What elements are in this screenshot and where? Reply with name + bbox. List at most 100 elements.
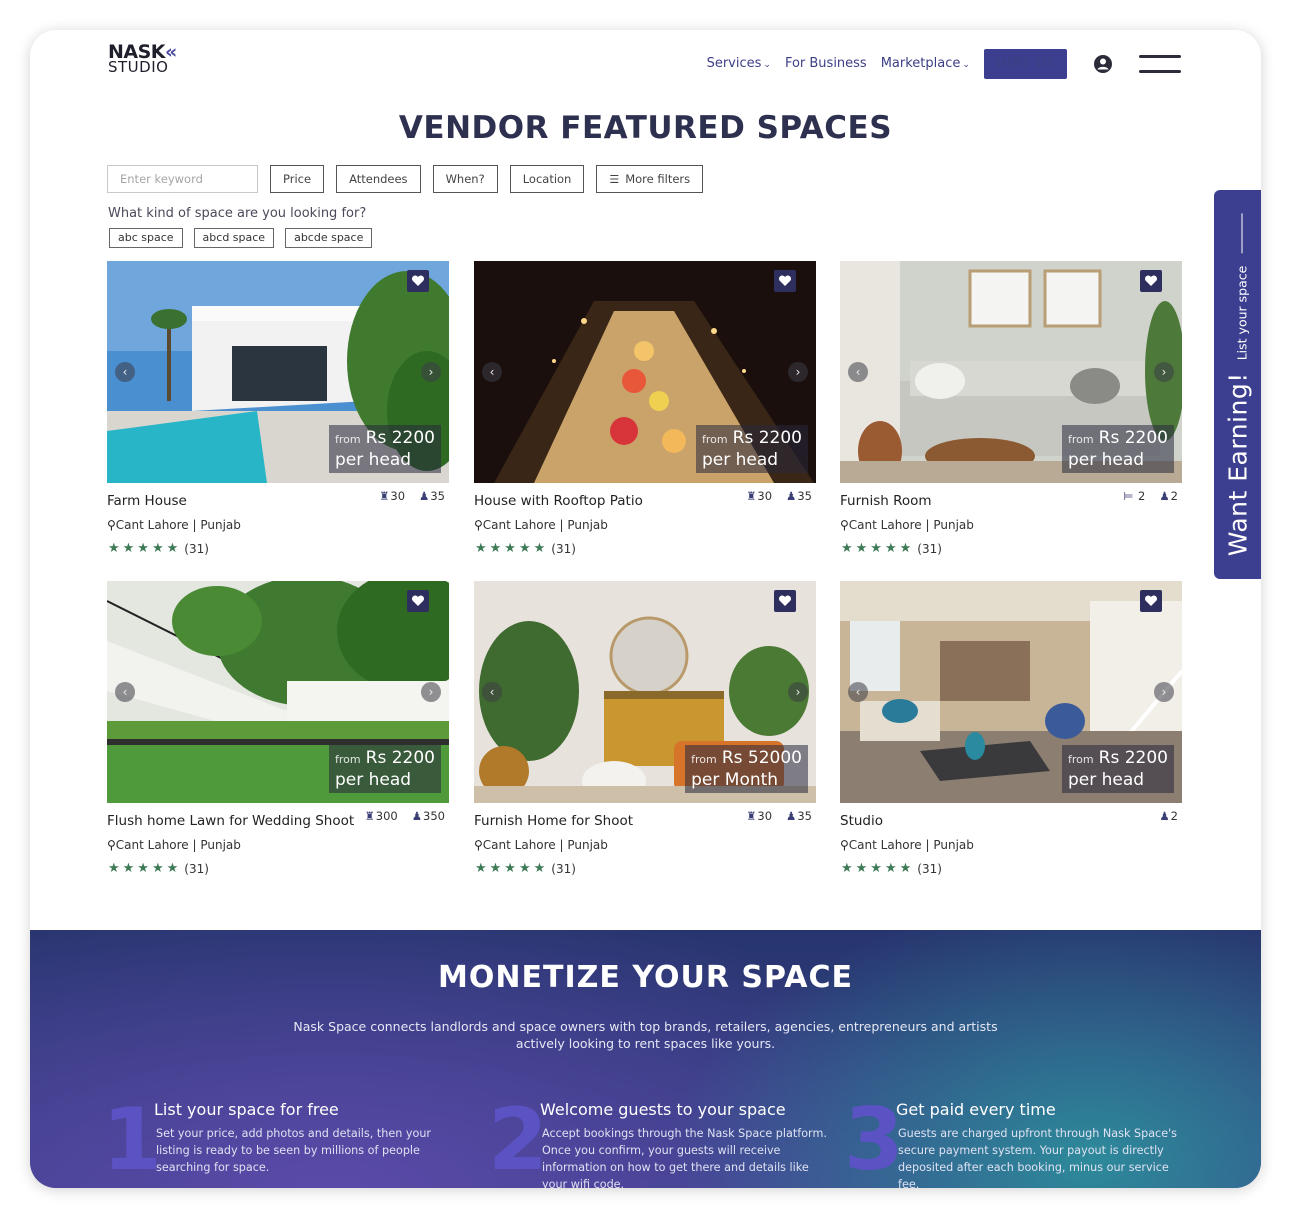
- favorite-button[interactable]: [774, 590, 796, 612]
- hamburger-menu-icon[interactable]: [1139, 54, 1181, 73]
- space-card[interactable]: ‹ › from Rs 2200 per head Farm House ♜30 …: [107, 261, 449, 563]
- space-rating: ★★★★★ (31): [475, 541, 576, 556]
- star-rating-icon: ★★★★★: [108, 861, 182, 876]
- space-name[interactable]: House with Rooftop Patio: [474, 493, 643, 509]
- map-pin-icon: ⚲: [474, 518, 483, 532]
- heart-icon: [778, 275, 792, 286]
- price-tag: from Rs 2200 per head: [1061, 745, 1174, 793]
- when-filter-button[interactable]: When?: [432, 165, 498, 193]
- step-number: 1: [102, 1090, 162, 1188]
- step-description: Set your price, add photos and details, …: [156, 1127, 432, 1174]
- map-pin-icon: ⚲: [474, 838, 483, 852]
- favorite-button[interactable]: [1140, 590, 1162, 612]
- space-image[interactable]: ‹ › from Rs 2200 per head: [474, 261, 816, 483]
- filter-bar: Price Attendees When? Location ☰More fil…: [107, 165, 704, 193]
- next-image-arrow-icon[interactable]: ›: [788, 362, 808, 382]
- prev-image-arrow-icon[interactable]: ‹: [848, 682, 868, 702]
- person-icon: ♟: [419, 489, 430, 503]
- space-name[interactable]: Furnish Room: [840, 493, 932, 509]
- space-image[interactable]: ‹ › from Rs 2200 per head: [107, 581, 449, 803]
- space-rating: ★★★★★ (31): [841, 861, 942, 876]
- next-image-arrow-icon[interactable]: ›: [788, 682, 808, 702]
- nav-marketplace[interactable]: Marketplace ⌄: [881, 56, 970, 71]
- next-image-arrow-icon[interactable]: ›: [1154, 682, 1174, 702]
- capacity-stats: ♟2: [1159, 809, 1178, 823]
- monetize-section: MONETIZE YOUR SPACE Nask Space connects …: [30, 930, 1261, 1188]
- space-location: ⚲Cant Lahore | Punjab: [107, 838, 241, 852]
- capacity-stats: ⊨ 2 ♟2: [1123, 489, 1178, 503]
- next-image-arrow-icon[interactable]: ›: [421, 682, 441, 702]
- step-title: List your space for free: [154, 1100, 339, 1119]
- step-description: Guests are charged upfront through Nask …: [898, 1127, 1177, 1188]
- want-earning-side-tab[interactable]: Want Earning! List your space: [1214, 190, 1261, 579]
- map-pin-icon: ⚲: [840, 838, 849, 852]
- prev-image-arrow-icon[interactable]: ‹: [848, 362, 868, 382]
- favorite-button[interactable]: [407, 270, 429, 292]
- person-icon: ♟: [411, 809, 423, 823]
- capacity-stats: ♜30 ♟35: [746, 809, 812, 823]
- next-image-arrow-icon[interactable]: ›: [421, 362, 441, 382]
- space-card[interactable]: ‹ › from Rs 2200 per head House with Roof…: [474, 261, 816, 563]
- prev-image-arrow-icon[interactable]: ‹: [482, 682, 502, 702]
- space-rating: ★★★★★ (31): [108, 541, 209, 556]
- space-rating: ★★★★★ (31): [841, 541, 942, 556]
- chevron-down-icon: ⌄: [763, 60, 771, 70]
- sliders-icon: ☰: [609, 172, 620, 186]
- person-icon: ♟: [786, 809, 797, 823]
- space-name[interactable]: Studio: [840, 813, 883, 829]
- star-rating-icon: ★★★★★: [475, 861, 549, 876]
- chair-icon: ♜: [746, 809, 757, 823]
- favorite-button[interactable]: [774, 270, 796, 292]
- heart-icon: [411, 595, 425, 606]
- space-card[interactable]: ‹ › from Rs 2200 per head Flush home Lawn…: [107, 581, 449, 883]
- chip-abcde-space[interactable]: abcde space: [285, 228, 373, 248]
- space-name[interactable]: Farm House: [107, 493, 187, 509]
- prev-image-arrow-icon[interactable]: ‹: [482, 362, 502, 382]
- space-type-question: What kind of space are you looking for?: [108, 206, 367, 221]
- step-description: Accept bookings through the Nask Space p…: [542, 1127, 827, 1188]
- monetize-title: MONETIZE YOUR SPACE: [438, 960, 853, 995]
- step-number: 3: [844, 1090, 904, 1188]
- step-title: Get paid every time: [896, 1100, 1056, 1119]
- chip-abc-space[interactable]: abc space: [109, 228, 183, 248]
- bed-icon: ⊨: [1123, 489, 1134, 503]
- favorite-button[interactable]: [1140, 270, 1162, 292]
- nav-services[interactable]: Services ⌄: [707, 56, 771, 71]
- price-filter-button[interactable]: Price: [270, 165, 325, 193]
- user-account-icon[interactable]: [1093, 54, 1113, 74]
- keyword-input[interactable]: [107, 165, 258, 193]
- capacity-stats: ♜30 ♟35: [746, 489, 812, 503]
- person-icon: ♟: [1159, 489, 1170, 503]
- space-name[interactable]: Flush home Lawn for Wedding Shoot: [107, 813, 354, 829]
- space-card[interactable]: ‹ › from Rs 2200 per head Furnish Room ⊨ …: [840, 261, 1182, 563]
- monetize-subtitle: Nask Space connects landlords and space …: [293, 1019, 998, 1051]
- chip-abcd-space[interactable]: abcd space: [193, 228, 275, 248]
- space-image[interactable]: ‹ › from Rs 2200 per head: [840, 581, 1182, 803]
- chair-icon: ♜: [746, 489, 757, 503]
- capacity-stats: ♜30 ♟35: [379, 489, 445, 503]
- chair-icon: ♜: [364, 809, 375, 823]
- prev-image-arrow-icon[interactable]: ‹: [115, 682, 135, 702]
- arrow-right-icon: [1241, 213, 1242, 254]
- space-image[interactable]: ‹ › from Rs 2200 per head: [840, 261, 1182, 483]
- hire-us-button[interactable]: HIRE US: [983, 48, 1067, 79]
- location-filter-button[interactable]: Location: [509, 165, 585, 193]
- space-name[interactable]: Furnish Home for Shoot: [474, 813, 633, 829]
- nav-for-business[interactable]: For Business: [785, 56, 867, 71]
- next-image-arrow-icon[interactable]: ›: [1154, 362, 1174, 382]
- page-title: VENDOR FEATURED SPACES: [398, 110, 893, 146]
- logo[interactable]: NASK« STUDIO: [108, 43, 177, 75]
- space-image[interactable]: ‹ › from Rs 52000 per Month: [474, 581, 816, 803]
- space-location: ⚲Cant Lahore | Punjab: [840, 838, 974, 852]
- star-rating-icon: ★★★★★: [475, 541, 549, 556]
- heart-icon: [411, 275, 425, 286]
- prev-image-arrow-icon[interactable]: ‹: [115, 362, 135, 382]
- more-filters-button[interactable]: ☰ More filters: [596, 165, 704, 193]
- attendees-filter-button[interactable]: Attendees: [336, 165, 421, 193]
- favorite-button[interactable]: [407, 590, 429, 612]
- space-rating: ★★★★★ (31): [108, 861, 209, 876]
- price-tag: from Rs 2200 per head: [328, 425, 441, 473]
- space-card[interactable]: ‹ › from Rs 52000 per Month Furnish Home …: [474, 581, 816, 883]
- space-card[interactable]: ‹ › from Rs 2200 per head Studio ♟2 ⚲Cant…: [840, 581, 1182, 883]
- space-image[interactable]: ‹ › from Rs 2200 per head: [107, 261, 449, 483]
